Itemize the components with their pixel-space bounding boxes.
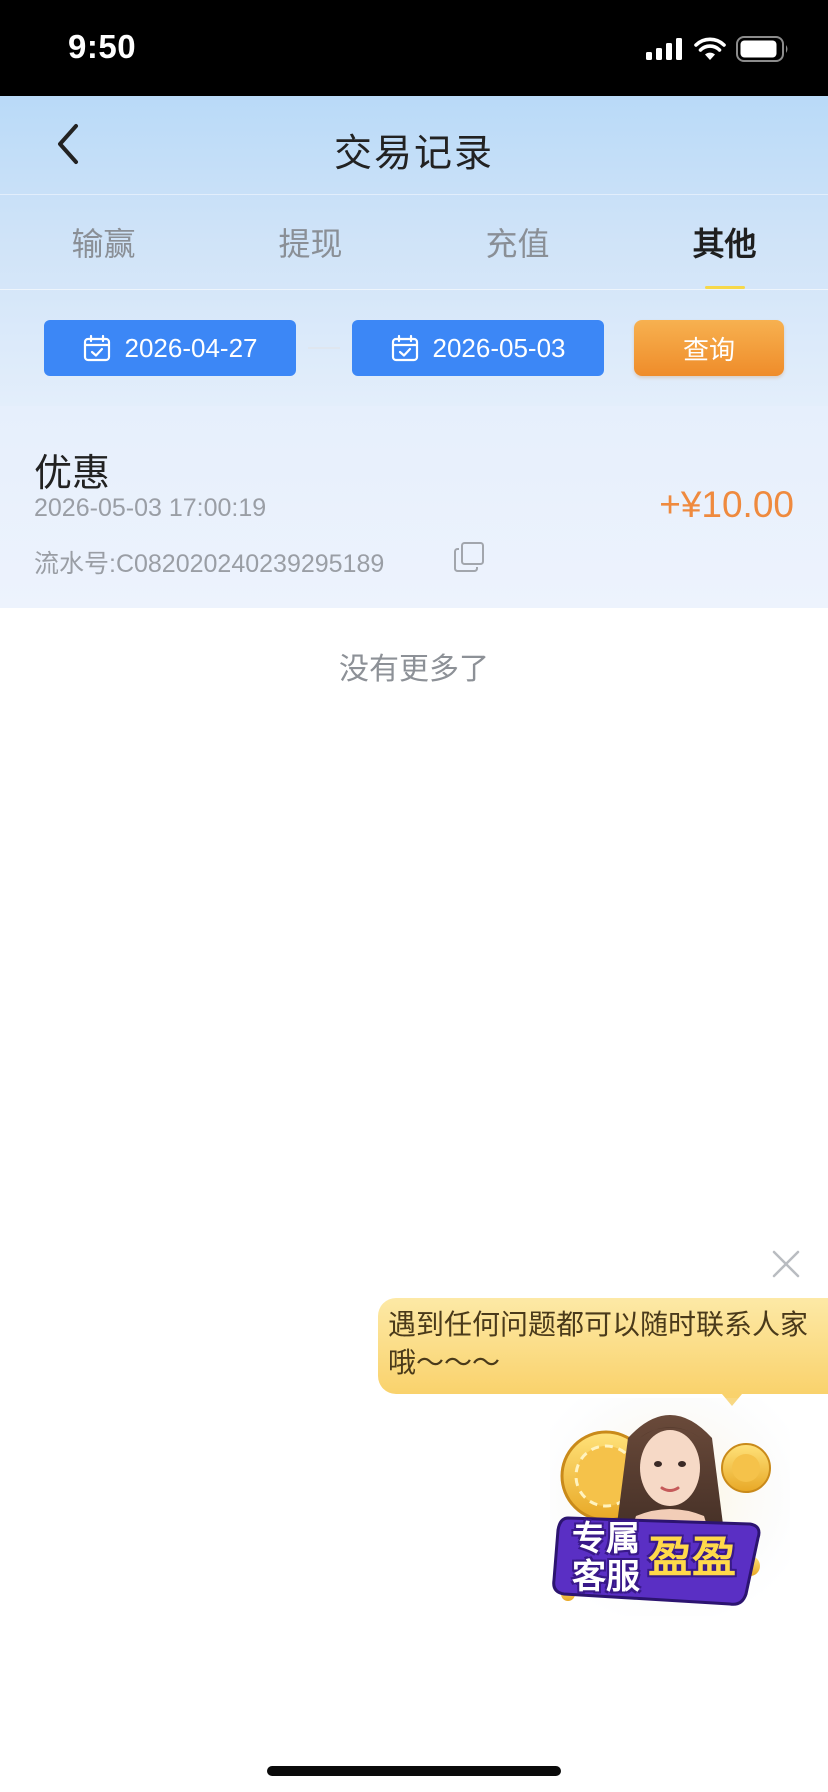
start-date-button[interactable]: 2026-04-27 — [44, 320, 296, 376]
battery-icon — [736, 36, 788, 62]
tab-deposit[interactable]: 充值 — [414, 195, 621, 289]
wifi-icon — [694, 37, 726, 60]
date-filter: 2026-04-27 2026-05-03 查询 — [0, 288, 828, 406]
record-time: 2026-05-03 17:00:19 — [34, 494, 267, 522]
record-serial-number: 流水号:C082020240239295189 — [34, 550, 385, 578]
start-date-value: 2026-04-27 — [124, 332, 258, 363]
nav-bar: 交易记录 — [0, 96, 828, 194]
calendar-check-icon — [83, 334, 110, 362]
customer-service-avatar[interactable]: 专属 客服 盈盈 — [550, 1398, 790, 1616]
status-icons — [646, 36, 790, 62]
status-time: 9:50 — [68, 28, 137, 65]
tab-label: 其他 — [692, 225, 757, 263]
list-item[interactable]: 优惠 2026-05-03 17:00:19 流水号:C082020240239… — [0, 406, 828, 608]
status-bar: 9:50 — [0, 0, 828, 96]
tab-label: 输赢 — [71, 225, 136, 263]
page-title: 交易记录 — [333, 131, 494, 175]
tab-other[interactable]: 其他 — [621, 195, 828, 289]
tab-bar: 输赢 提现 充值 其他 — [0, 194, 828, 290]
calendar-check-icon — [391, 334, 418, 362]
badge-line1: 专属 — [572, 1519, 640, 1559]
tab-win-loss[interactable]: 输赢 — [0, 195, 207, 289]
customer-service-message[interactable]: 遇到任何问题都可以随时联系人家哦～～～ — [378, 1298, 828, 1394]
end-date-value: 2026-05-03 — [432, 332, 566, 363]
date-range-separator — [308, 347, 340, 349]
tab-label: 提现 — [278, 225, 343, 263]
badge-line2: 客服 — [572, 1557, 640, 1597]
record-type: 优惠 — [34, 451, 111, 495]
tab-label: 充值 — [485, 225, 550, 263]
close-icon[interactable] — [770, 1248, 802, 1280]
copy-icon[interactable] — [452, 540, 486, 574]
query-button[interactable]: 查询 — [634, 320, 784, 376]
end-date-button[interactable]: 2026-05-03 — [352, 320, 604, 376]
signal-icon — [646, 38, 682, 60]
record-amount: +¥10.00 — [659, 484, 794, 525]
no-more-text: 没有更多了 — [339, 652, 489, 687]
badge-name: 盈盈 — [648, 1532, 736, 1583]
tab-withdraw[interactable]: 提现 — [207, 195, 414, 289]
home-indicator — [267, 1766, 561, 1776]
